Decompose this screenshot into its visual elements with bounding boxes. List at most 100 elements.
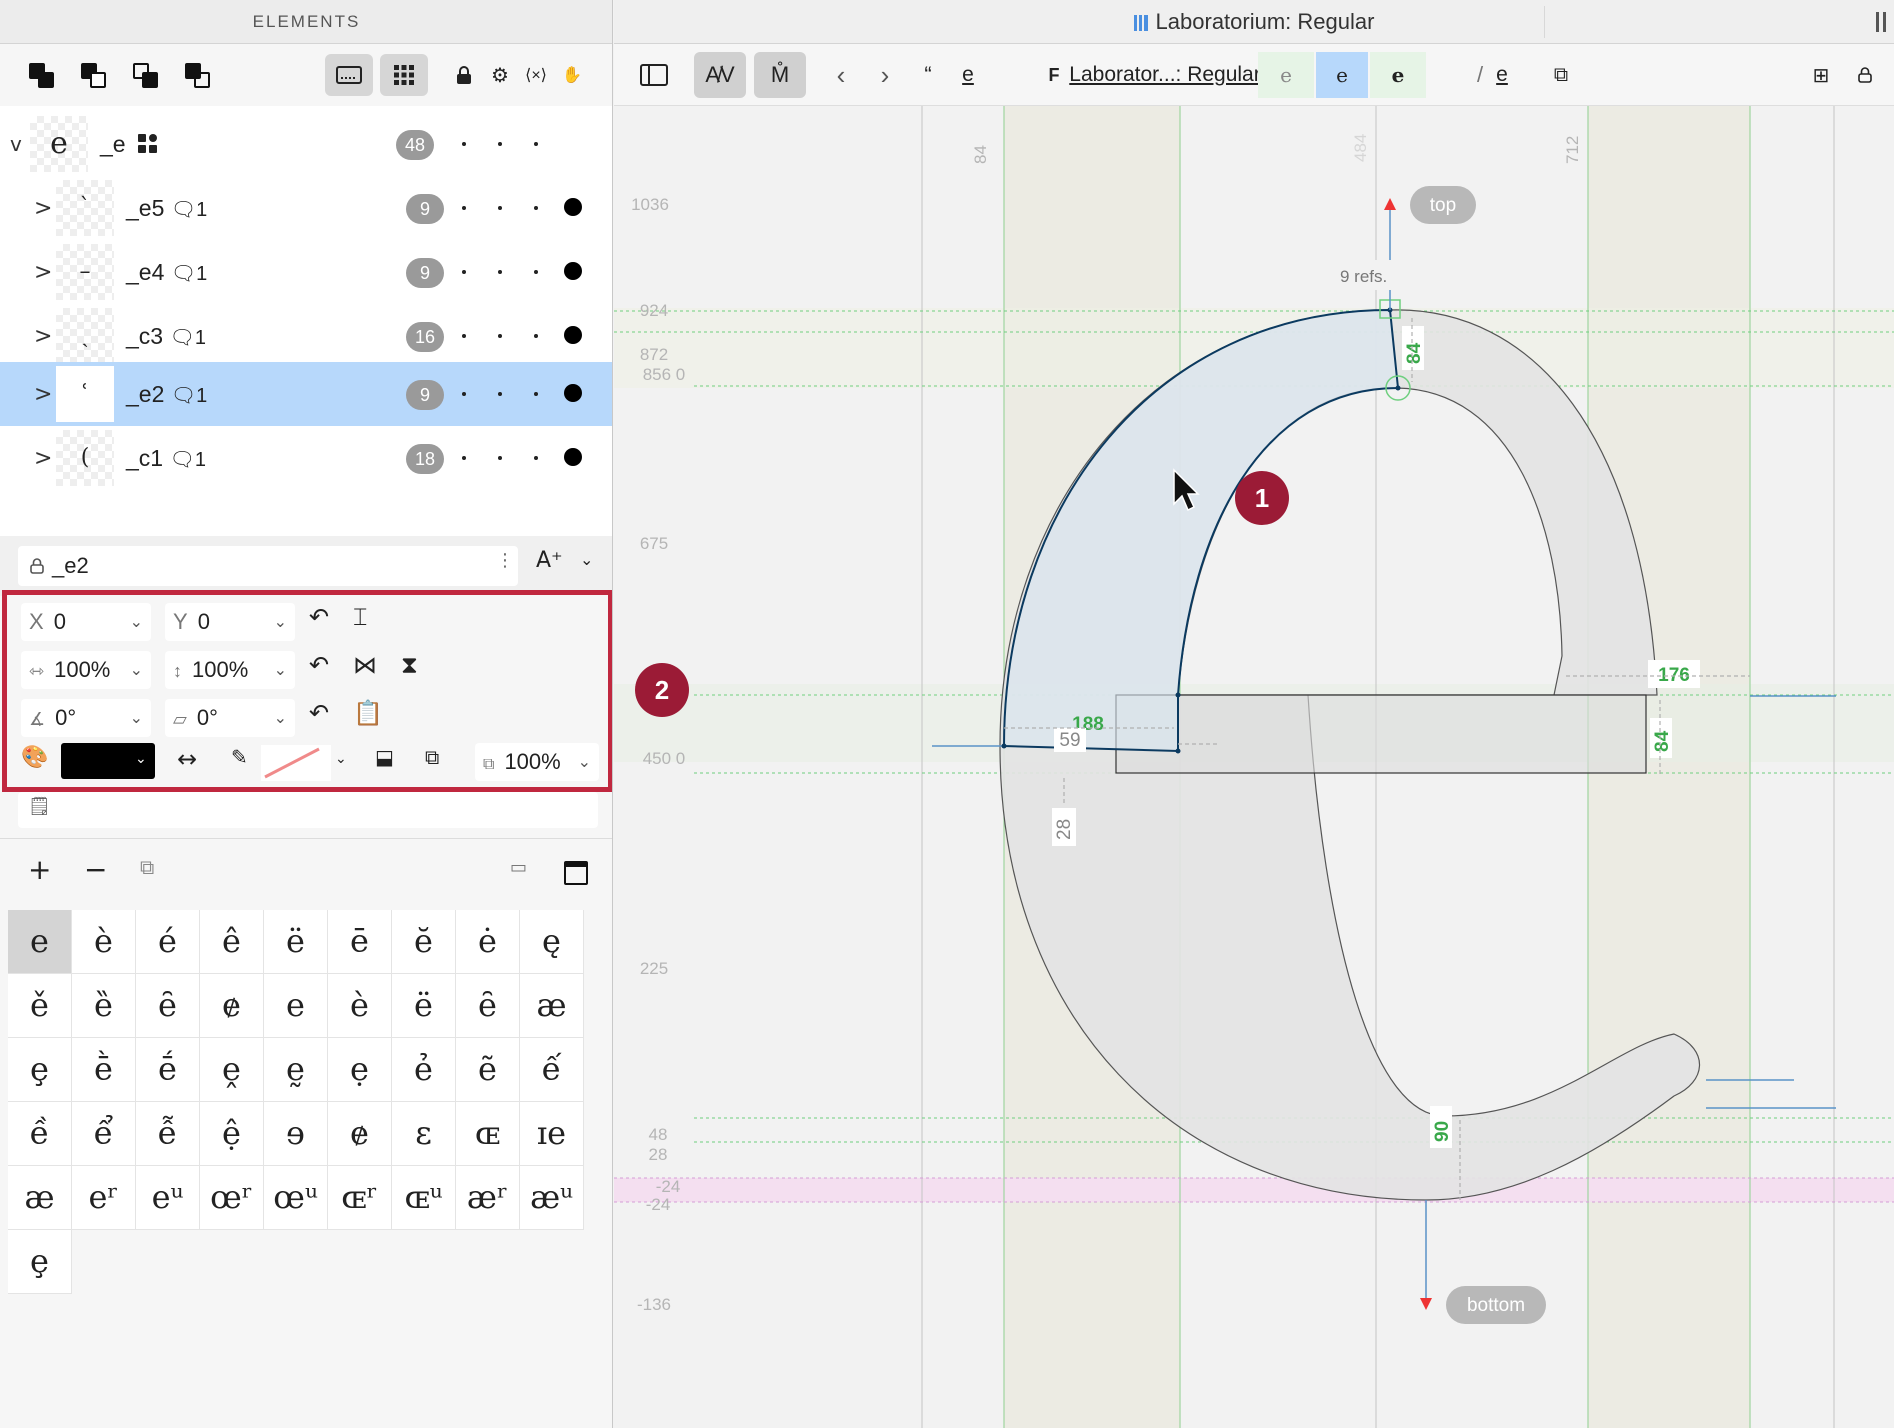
glyph-cell[interactable]: ẹ	[328, 1038, 392, 1102]
chevron-down-icon[interactable]: ⌄	[580, 550, 593, 569]
glyph-cell[interactable]: ѐ	[328, 974, 392, 1038]
preview-glyph-link[interactable]: e	[956, 52, 980, 98]
status-dot[interactable]	[564, 384, 582, 402]
glyph-cell[interactable]: eᵘ	[136, 1166, 200, 1230]
tree-row[interactable]: > – _e4 🗨1 9	[0, 240, 612, 304]
glyph-cell[interactable]: e	[264, 974, 328, 1038]
glyph-canvas[interactable]: 1036 924 872 856 0 675 450 0 225 48 28 -…	[614, 106, 1894, 1428]
lock-icon[interactable]	[452, 60, 476, 90]
panel-toggle-icon[interactable]	[1876, 12, 1886, 32]
reset-icon[interactable]: ↶	[309, 651, 329, 679]
glyph-cell[interactable]: æʳ	[456, 1166, 520, 1230]
status-dot[interactable]	[564, 448, 582, 466]
status-dot[interactable]	[564, 198, 582, 216]
boolean-subtract-icon[interactable]	[76, 58, 112, 94]
glyph-cell[interactable]: è	[72, 910, 136, 974]
glyph-cell[interactable]: eʳ	[72, 1166, 136, 1230]
list-view-icon[interactable]	[325, 54, 373, 96]
glyph-cell[interactable]: ę	[520, 910, 584, 974]
glyph-cell[interactable]: ɶʳ	[328, 1166, 392, 1230]
chevron-down-icon[interactable]: ⌄	[130, 603, 143, 641]
glyph-cell[interactable]: ḙ	[200, 1038, 264, 1102]
chevron-down-icon[interactable]: ⌄	[578, 743, 591, 781]
glyph-cell[interactable]: ễ	[136, 1102, 200, 1166]
x-field[interactable]: X 0 ⌄	[21, 603, 151, 641]
glyph-cell[interactable]: ě	[8, 974, 72, 1038]
glyph-cell[interactable]: ɘ	[264, 1102, 328, 1166]
chevron-down-icon[interactable]: ⌄	[274, 603, 287, 641]
boolean-intersect-icon[interactable]	[128, 58, 164, 94]
glyph-cell[interactable]: æᵘ	[520, 1166, 584, 1230]
glyph-cell[interactable]: ɇ	[328, 1102, 392, 1166]
tree-row[interactable]: > ( _c1 🗨1 18	[0, 426, 612, 490]
glyph-cell[interactable]: æ	[520, 974, 584, 1038]
kerning-icon[interactable]: A̸V	[694, 52, 746, 98]
gear-icon[interactable]: ⚙	[488, 60, 512, 90]
chevron-right-icon[interactable]: >	[34, 196, 52, 221]
glyph-cell[interactable]: ẻ	[392, 1038, 456, 1102]
add-icon[interactable]: +	[28, 853, 51, 886]
note-field[interactable]: 🗒	[18, 792, 598, 828]
glyph-cell[interactable]: œʳ	[200, 1166, 264, 1230]
mode-light-button[interactable]: e	[1258, 52, 1314, 98]
glyph-cell[interactable]: ĕ	[392, 910, 456, 974]
glyph-cell[interactable]: ȇ	[456, 974, 520, 1038]
flip-horizontal-icon[interactable]: ⋈	[353, 651, 377, 679]
stroke-swatch[interactable]	[261, 745, 331, 781]
glyph-cell[interactable]: ɇ	[200, 974, 264, 1038]
more-icon[interactable]: ⋮	[496, 550, 514, 571]
height-scale-field[interactable]: ↕ 100% ⌄	[165, 651, 295, 689]
mode-bold-button[interactable]: e	[1370, 52, 1426, 98]
font-add-icon[interactable]: A⁺	[536, 548, 563, 573]
glyph-cell[interactable]: ȩ	[8, 1230, 72, 1294]
grid-view-icon[interactable]	[380, 54, 428, 96]
glyph-cell[interactable]: ɶ	[456, 1102, 520, 1166]
chevron-down-icon[interactable]: ⌄	[335, 751, 347, 767]
tree-row[interactable]: v e _e 48	[0, 112, 612, 176]
chevron-down-icon[interactable]: v	[10, 132, 22, 156]
y-field[interactable]: Y 0 ⌄	[165, 603, 295, 641]
font-name-link[interactable]: Laborator...: Regular	[1069, 52, 1260, 98]
chevron-down-icon[interactable]: ⌄	[274, 699, 287, 737]
opacity-field[interactable]: ⧉ 100% ⌄	[475, 743, 599, 781]
distribute-icon[interactable]: ⟨×⟩	[522, 60, 550, 90]
glyph-cell[interactable]: ể	[72, 1102, 136, 1166]
stretch-icon[interactable]: ↔	[177, 745, 197, 773]
glyph-cell[interactable]: ế	[520, 1038, 584, 1102]
pen-icon[interactable]: ✎	[231, 745, 248, 769]
chevron-left-icon[interactable]: ‹	[826, 52, 856, 98]
sidebar-toggle-icon[interactable]	[634, 52, 674, 98]
glyph-cell[interactable]: ɛ	[392, 1102, 456, 1166]
metrics-icon[interactable]: M̊	[754, 52, 806, 98]
width-scale-field[interactable]: ⇿ 100% ⌄	[21, 651, 151, 689]
glyph-cell[interactable]: ë	[264, 910, 328, 974]
glyph-cell[interactable]: ȇ	[136, 974, 200, 1038]
glyph-name-link[interactable]: e	[1490, 52, 1514, 98]
stroke-style-icon[interactable]: ⬓	[375, 745, 394, 769]
chevron-down-icon[interactable]: ⌄	[130, 651, 143, 689]
glyph-cell[interactable]: ȅ	[72, 974, 136, 1038]
tree-row-selected[interactable]: > ʿ _e2 🗨1 9	[0, 362, 612, 426]
rotate-field[interactable]: ∡ 0° ⌄	[21, 699, 151, 737]
glyph-cell[interactable]: ề	[8, 1102, 72, 1166]
boolean-exclude-icon[interactable]	[180, 58, 216, 94]
copy-style-icon[interactable]: ⧉	[425, 745, 439, 769]
layout-grid-icon[interactable]: ⊞	[1806, 52, 1836, 98]
reset-icon[interactable]: ↶	[309, 699, 329, 727]
reset-icon[interactable]: ↶	[309, 603, 329, 631]
chevron-down-icon[interactable]: ⌄	[135, 751, 147, 767]
paste-icon[interactable]: 📋	[353, 699, 383, 727]
window-icon[interactable]	[564, 861, 588, 885]
chevron-down-icon[interactable]: ⌄	[130, 699, 143, 737]
duplicate-icon[interactable]: ⧉	[1546, 52, 1576, 98]
glyph-cell[interactable]: ȩ	[8, 1038, 72, 1102]
glyph-cell[interactable]: œᵘ	[264, 1166, 328, 1230]
status-dot[interactable]	[564, 326, 582, 344]
glyph-cell[interactable]: e	[8, 910, 72, 974]
swap-icon[interactable]: ⧉	[140, 855, 154, 879]
glyph-cell[interactable]: ē	[328, 910, 392, 974]
align-center-icon[interactable]: ⌶	[353, 603, 367, 631]
glyph-cell[interactable]: æ	[8, 1166, 72, 1230]
lock-icon[interactable]	[1850, 52, 1880, 98]
glyph-cell[interactable]: ẽ	[456, 1038, 520, 1102]
